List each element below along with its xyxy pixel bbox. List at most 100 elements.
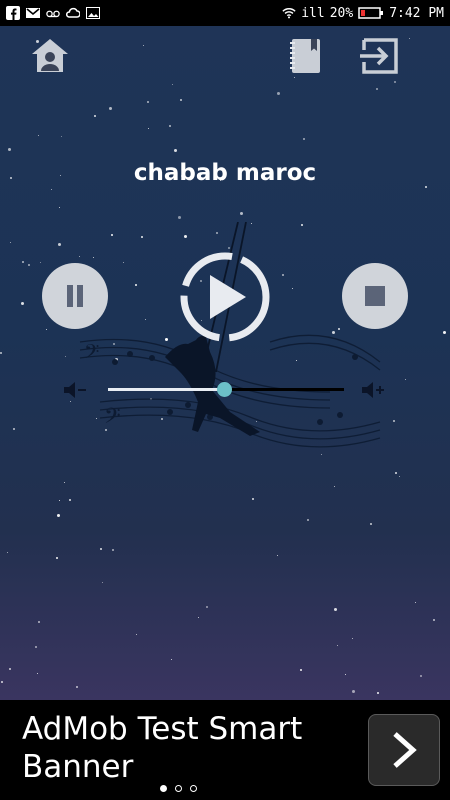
star [40, 262, 41, 263]
star [395, 472, 397, 474]
status-bar: ill 20% 7:42 PM [0, 0, 450, 26]
star [425, 186, 427, 188]
star [112, 549, 114, 551]
star [399, 476, 400, 477]
star [252, 498, 254, 500]
star [345, 674, 346, 675]
pager-dot [175, 785, 182, 792]
volume-slider-fill [108, 388, 224, 391]
star [35, 646, 37, 648]
volume-slider-thumb[interactable] [217, 382, 232, 397]
star [22, 261, 24, 263]
star [169, 125, 171, 127]
star [76, 686, 78, 688]
star [307, 519, 309, 521]
star [21, 302, 24, 305]
volume-slider-track [224, 388, 344, 391]
star [393, 420, 395, 422]
star [100, 548, 102, 550]
star [352, 690, 355, 693]
star [147, 101, 149, 103]
star [180, 99, 182, 101]
stop-button[interactable] [342, 263, 408, 329]
cloud-icon [66, 7, 80, 18]
star [56, 557, 58, 559]
signal-indicator: ill [301, 5, 325, 21]
star [51, 189, 52, 190]
star [277, 555, 278, 556]
play-button[interactable] [178, 250, 272, 344]
star [171, 659, 172, 660]
star [240, 212, 243, 215]
star [206, 606, 208, 608]
star [61, 136, 62, 137]
star [420, 675, 422, 677]
star [198, 617, 199, 618]
wifi-icon [282, 8, 296, 19]
volume-up-icon[interactable] [360, 378, 388, 402]
notebook-icon[interactable] [284, 34, 328, 78]
ad-open-button[interactable] [368, 714, 440, 786]
star [64, 482, 65, 483]
star [13, 428, 15, 430]
chevron-right-icon [393, 732, 417, 768]
star [377, 692, 379, 694]
station-title: chabab maroc [133, 160, 317, 186]
status-right: ill 20% 7:42 PM [282, 6, 444, 21]
star [443, 331, 446, 334]
star [352, 638, 353, 639]
star [109, 107, 112, 110]
star [46, 329, 47, 330]
clock: 7:42 PM [389, 5, 444, 21]
star [300, 669, 302, 671]
star [303, 138, 305, 140]
exit-icon[interactable] [358, 34, 402, 78]
star [337, 645, 338, 646]
star [148, 128, 149, 129]
facebook-icon [6, 6, 20, 20]
volume-slider[interactable] [108, 382, 344, 397]
star [370, 523, 372, 525]
volume-down-icon[interactable] [62, 378, 88, 402]
pager-dot [160, 785, 167, 792]
star [57, 514, 60, 517]
star [178, 216, 181, 219]
star [102, 582, 103, 583]
gmail-icon [26, 8, 40, 18]
star [58, 243, 61, 246]
pause-icon [67, 285, 83, 307]
star [172, 84, 173, 85]
ad-banner[interactable]: AdMob Test Smart Banner [0, 700, 450, 800]
star [94, 115, 96, 117]
star [433, 619, 435, 621]
star [38, 135, 39, 136]
star [143, 45, 144, 46]
star [0, 352, 2, 354]
star [415, 602, 416, 603]
star [38, 621, 40, 623]
star [136, 634, 137, 635]
star [37, 673, 38, 674]
star [321, 454, 322, 455]
star [1, 681, 3, 683]
pause-button[interactable] [42, 263, 108, 329]
ad-text: AdMob Test Smart Banner [22, 711, 303, 785]
svg-text:𝄢: 𝄢 [104, 404, 121, 434]
star [7, 552, 8, 553]
battery-icon [358, 7, 384, 19]
image-icon [86, 7, 100, 19]
star [10, 242, 11, 243]
voicemail-icon [46, 10, 60, 18]
star [277, 92, 280, 95]
star [28, 264, 30, 266]
star [65, 356, 66, 357]
star [69, 499, 71, 501]
play-icon [210, 275, 246, 319]
star [405, 379, 406, 380]
star [409, 38, 410, 39]
star [59, 500, 60, 501]
star [8, 148, 11, 151]
home-profile-icon[interactable] [28, 34, 72, 78]
volume-control [62, 376, 392, 404]
star [59, 207, 60, 208]
